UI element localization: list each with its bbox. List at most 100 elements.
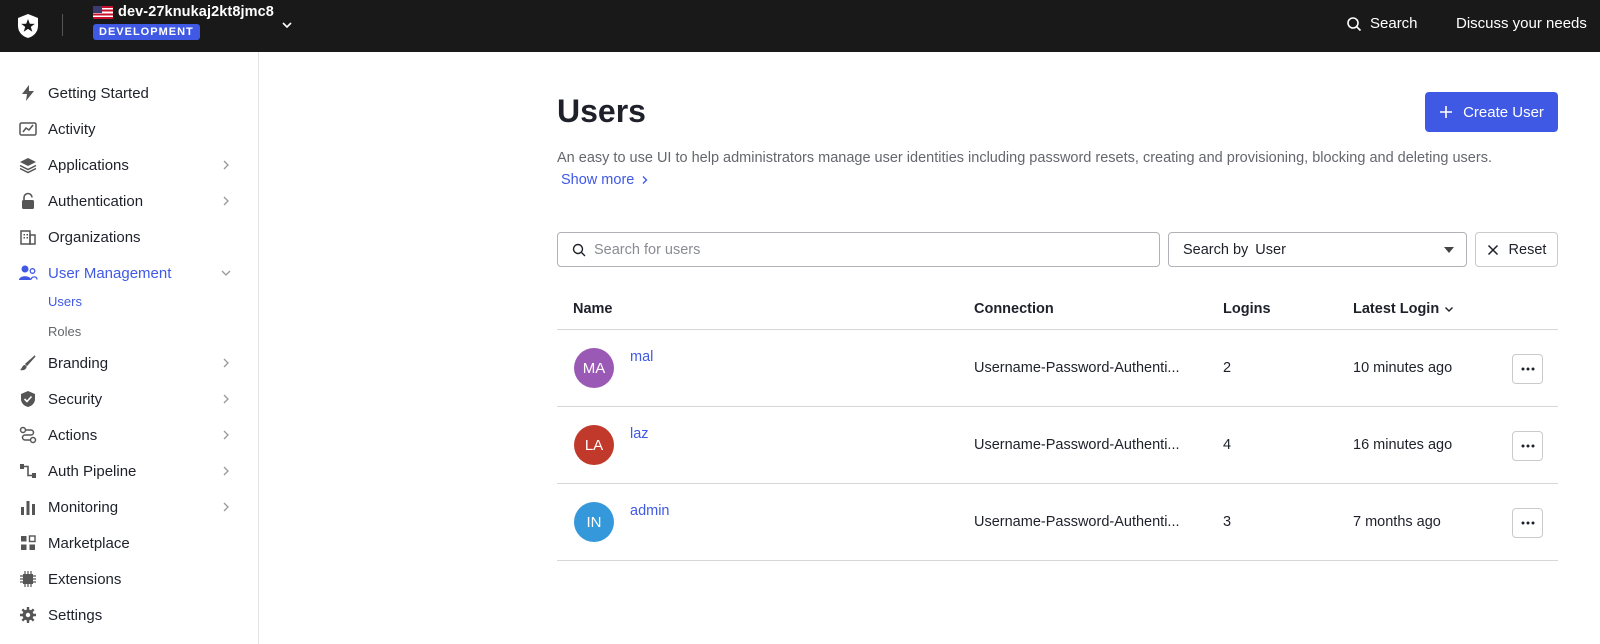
show-more-link[interactable]: Show more	[561, 172, 650, 188]
search-icon	[1347, 16, 1362, 31]
more-horizontal-icon	[1521, 444, 1534, 448]
discuss-your-needs-link[interactable]: Discuss your needs	[1456, 15, 1587, 32]
sidebar-item-auth-pipeline[interactable]: Auth Pipeline	[0, 456, 259, 486]
plus-icon	[1440, 106, 1453, 118]
sidebar-item-marketplace[interactable]: Marketplace	[0, 528, 259, 558]
table-row[interactable]: LA laz Username-Password-Authenti... 4 1…	[557, 407, 1558, 484]
chip-icon	[18, 569, 38, 589]
brush-icon	[18, 353, 38, 373]
us-flag-icon	[93, 5, 113, 19]
column-header-name: Name	[573, 301, 613, 317]
gear-icon	[18, 605, 38, 625]
sidebar-item-getting-started[interactable]: Getting Started	[0, 78, 259, 108]
chevron-right-icon	[223, 394, 229, 404]
chevron-right-icon	[223, 196, 229, 206]
sidebar-item-authentication[interactable]: Authentication	[0, 186, 259, 216]
sidebar-item-label: Monitoring	[48, 498, 119, 516]
flow-icon	[18, 425, 38, 445]
sidebar-item-actions[interactable]: Actions	[0, 420, 259, 450]
search-icon	[572, 243, 586, 257]
page-description: An easy to use UI to help administrators…	[557, 150, 1492, 166]
sidebar-item-monitoring[interactable]: Monitoring	[0, 492, 259, 522]
chevron-down-icon	[221, 270, 231, 276]
row-actions-button[interactable]	[1512, 508, 1543, 538]
sidebar-item-label: Auth Pipeline	[48, 462, 137, 480]
user-connection: Username-Password-Authenti...	[974, 514, 1180, 530]
row-actions-button[interactable]	[1512, 431, 1543, 461]
close-icon	[1487, 244, 1498, 255]
column-header-latest-login[interactable]: Latest Login	[1353, 301, 1454, 317]
sidebar-item-organizations[interactable]: Organizations	[0, 222, 259, 252]
user-logins: 4	[1223, 437, 1232, 453]
sidebar-item-extensions[interactable]: Extensions	[0, 564, 259, 594]
layers-icon	[18, 155, 38, 175]
sidebar-item-settings[interactable]: Settings	[0, 600, 259, 630]
avatar: IN	[574, 502, 614, 542]
sort-chevron-down-icon	[1445, 307, 1454, 312]
user-name-link[interactable]: laz	[630, 426, 649, 442]
sidebar-item-label: User Management	[48, 264, 172, 282]
column-header-connection: Connection	[974, 301, 1054, 317]
table-row[interactable]: IN admin Username-Password-Authenti... 3…	[557, 484, 1558, 561]
sidebar-item-branding[interactable]: Branding	[0, 348, 259, 378]
chevron-down-icon[interactable]	[280, 18, 294, 32]
user-connection: Username-Password-Authenti...	[974, 437, 1180, 453]
bar-chart-icon	[18, 497, 38, 517]
search-by-value: User	[1255, 241, 1286, 258]
chevron-right-icon	[223, 430, 229, 440]
auth0-logo-icon[interactable]	[14, 12, 42, 40]
caret-down-icon	[1444, 247, 1454, 253]
sidebar-item-applications[interactable]: Applications	[0, 150, 259, 180]
lightning-icon	[18, 83, 38, 103]
top-bar: dev-27knukaj2kt8jmc8 DEVELOPMENT Search …	[0, 0, 1600, 52]
sidebar-item-label: Security	[48, 390, 103, 408]
sidebar-item-label: Settings	[48, 606, 103, 624]
user-search-box	[557, 232, 1160, 267]
tenant-name: dev-27knukaj2kt8jmc8	[118, 4, 274, 20]
sidebar-subitem-users[interactable]: Users	[48, 294, 82, 309]
top-search-label: Search	[1370, 15, 1418, 32]
lock-icon	[18, 191, 38, 211]
chevron-right-icon	[223, 466, 229, 476]
grid-icon	[18, 533, 38, 553]
show-more-label: Show more	[561, 172, 635, 188]
more-horizontal-icon	[1521, 521, 1534, 525]
chevron-right-icon	[642, 176, 648, 184]
page-title: Users	[557, 93, 646, 129]
create-user-button[interactable]: Create User	[1425, 92, 1558, 132]
search-by-label: Search by	[1183, 241, 1249, 258]
sidebar-item-label: Authentication	[48, 192, 144, 210]
user-name-link[interactable]: admin	[630, 503, 670, 519]
user-search-input[interactable]	[594, 233, 1154, 266]
user-logins: 3	[1223, 514, 1232, 530]
column-header-logins: Logins	[1223, 301, 1271, 317]
table-row[interactable]: MA mal Username-Password-Authenti... 2 1…	[557, 330, 1558, 407]
column-header-latest-login-label: Latest Login	[1353, 301, 1440, 317]
sidebar-item-label: Marketplace	[48, 534, 130, 552]
sidebar-item-security[interactable]: Security	[0, 384, 259, 414]
avatar: LA	[574, 425, 614, 465]
sidebar-subitem-roles[interactable]: Roles	[48, 324, 81, 339]
sidebar-item-activity[interactable]: Activity	[0, 114, 259, 144]
environment-badge: DEVELOPMENT	[93, 24, 200, 40]
sidebar-item-label: Getting Started	[48, 84, 149, 102]
building-icon	[18, 227, 38, 247]
search-by-select[interactable]: Search by User	[1168, 232, 1467, 267]
reset-label: Reset	[1508, 241, 1547, 258]
sidebar-item-label: Extensions	[48, 570, 122, 588]
reset-button[interactable]: Reset	[1475, 232, 1558, 267]
sidebar-item-user-management[interactable]: User Management	[0, 258, 259, 288]
chevron-right-icon	[223, 502, 229, 512]
create-user-label: Create User	[1463, 103, 1544, 121]
user-latest-login: 7 months ago	[1353, 514, 1441, 530]
user-logins: 2	[1223, 360, 1232, 376]
shield-icon	[18, 389, 38, 409]
users-icon	[18, 263, 38, 283]
sidebar-item-label: Applications	[48, 156, 129, 174]
user-latest-login: 10 minutes ago	[1353, 360, 1453, 376]
row-actions-button[interactable]	[1512, 354, 1543, 384]
tenant-selector[interactable]: dev-27knukaj2kt8jmc8 DEVELOPMENT	[93, 4, 274, 40]
top-search-button[interactable]: Search	[1346, 15, 1418, 32]
user-name-link[interactable]: mal	[630, 349, 653, 365]
avatar: MA	[574, 348, 614, 388]
